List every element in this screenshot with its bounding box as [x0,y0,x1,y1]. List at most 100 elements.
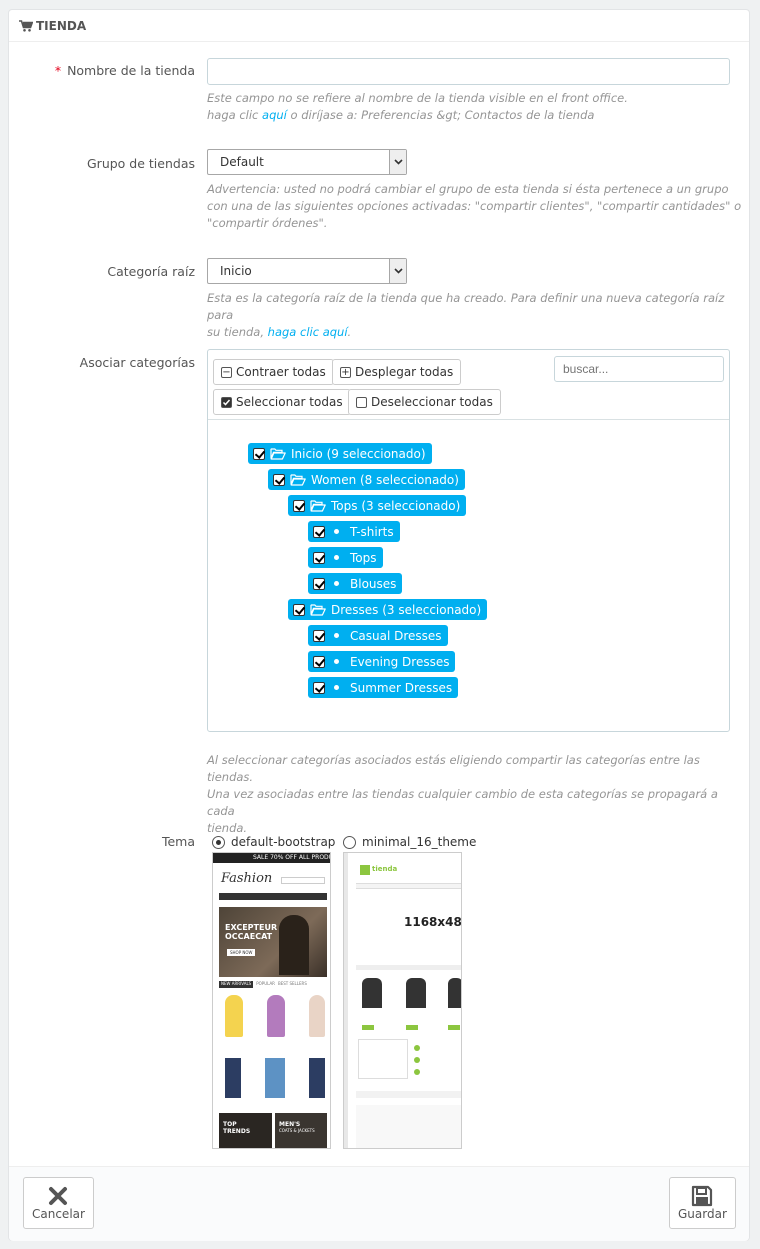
shop-name-label-text: Nombre de la tienda [67,63,195,78]
tree-node-label: Tops [350,550,377,565]
radio-checked[interactable] [212,835,225,849]
thumb-banner: SALE 70% OFF ALL PRODU [213,853,330,863]
shop-name-help-line1: Este campo no se refiere al nombre de la… [207,91,628,105]
theme-thumbnail-minimal[interactable]: tienda 1168x48 [343,852,462,1149]
close-icon [49,1187,68,1205]
tree-node-label: Casual Dresses [350,628,442,643]
tree-toolbar: − Contraer todas + Desplegar todas Selec… [208,350,729,420]
folder-open-icon[interactable] [310,603,326,616]
tree-leaf-node[interactable]: Tops [308,547,383,568]
tree-node-label: Women (8 seleccionado) [311,472,459,487]
folder-open-icon[interactable] [310,499,326,512]
tree-leaf-node[interactable]: T-shirts [308,521,400,542]
thumb-hero-line2: OCCAECAT [225,932,273,941]
thumb-placeholder: 1168x48 [404,915,462,929]
collapse-all-button[interactable]: − Contraer todas [213,359,334,385]
theme-thumbnail-default-bootstrap[interactable]: SALE 70% OFF ALL PRODU Fashion EXCEPTEUR… [212,852,331,1149]
deselect-all-button[interactable]: Deseleccionar todas [348,389,501,415]
category-checkbox[interactable] [313,629,325,642]
category-checkbox[interactable] [313,655,325,668]
tree-node-label: Tops (3 seleccionado) [331,498,461,513]
cart-icon [19,19,33,32]
category-checkbox[interactable] [273,473,285,486]
tree-folder-node[interactable]: Inicio (9 seleccionado) [248,443,432,464]
thumb-menu [219,893,327,900]
here-link[interactable]: aquí [262,108,287,122]
theme-option-minimal[interactable]: minimal_16_theme [343,835,476,849]
shop-name-input[interactable] [207,58,730,85]
category-checkbox[interactable] [313,681,325,694]
root-category-label: Categoría raíz [107,264,195,279]
tree-node-label: T-shirts [350,524,394,539]
bullet-icon [334,581,339,586]
root-category-link[interactable]: haga clic aquí [268,325,348,339]
deselect-all-label: Deseleccionar todas [371,395,493,409]
associate-help: Al seleccionar categorías asociados está… [207,752,749,837]
tree-leaf-node[interactable]: Evening Dresses [308,651,456,672]
tree-node-label: Summer Dresses [350,680,453,695]
bullet-icon [334,555,339,560]
thumb-logo-text: tienda [372,865,398,873]
radio-unchecked[interactable] [343,835,356,849]
theme-option-default-bootstrap[interactable]: default-bootstrap [212,835,335,849]
required-mark: * [54,63,62,78]
category-checkbox[interactable] [313,525,325,538]
collapse-all-label: Contraer todas [236,365,326,379]
panel-title: TIENDA [36,18,87,33]
tree-leaf-node[interactable]: Summer Dresses [308,677,459,698]
tree-leaf-node[interactable]: Blouses [308,573,403,594]
tree-folder-node[interactable]: Tops (3 seleccionado) [288,495,467,516]
root-category-value: Inicio [220,264,252,278]
expand-all-label: Desplegar todas [355,365,454,379]
thumb-promo2-line2: COATS & JACKETS [279,1128,315,1133]
tree-folder-node[interactable]: Dresses (3 seleccionado) [288,599,488,620]
root-category-help-prefix: su tienda, [207,325,268,339]
save-button[interactable]: Guardar [669,1177,736,1229]
tree-folder-node[interactable]: Women (8 seleccionado) [268,469,465,490]
thumb-chair [362,978,382,1008]
tree-leaf-node[interactable]: Casual Dresses [308,625,448,646]
thumb-cart-btn [448,1025,460,1030]
root-category-help: Esta es la categoría raíz de la tienda q… [207,290,749,341]
category-search-input[interactable] [554,356,724,382]
thumb-hero-line1: EXCEPTEUR [225,923,278,932]
thumb-product [309,1058,325,1098]
thumb-block [358,1039,408,1079]
thumb-logo: Fashion [221,871,273,886]
cancel-button[interactable]: Cancelar [23,1177,94,1229]
thumb-tab3: BEST SELLERS [277,981,307,986]
thumb-bullet [414,1045,420,1051]
folder-open-icon[interactable] [270,447,286,460]
thumb-tabs [356,965,461,970]
plus-square-icon: + [340,366,351,378]
category-checkbox[interactable] [253,447,265,460]
thumb-bullet [414,1069,420,1075]
thumb-cart-btn [362,1025,374,1030]
tree-node-label: Evening Dresses [350,654,450,669]
select-all-label: Seleccionar todas [236,395,343,409]
bullet-icon [334,529,339,534]
thumb-page: tienda 1168x48 [348,853,461,1148]
category-checkbox[interactable] [293,499,305,512]
bullet-icon [334,633,339,638]
tree-node-label: Dresses (3 seleccionado) [331,602,482,617]
category-checkbox[interactable] [293,603,305,616]
category-checkbox[interactable] [313,577,325,590]
associate-help-line2: Una vez asociadas entre las tiendas cual… [207,787,718,818]
shop-name-label: * Nombre de la tienda [55,63,195,78]
select-all-button[interactable]: Seleccionar todas [213,389,351,415]
panel-heading: TIENDA [9,10,749,42]
root-category-select[interactable]: Inicio [207,258,407,284]
folder-open-icon[interactable] [290,473,306,486]
shop-group-select[interactable]: Default [207,149,407,175]
thumb-search [281,877,325,884]
theme-option-label: default-bootstrap [231,835,336,849]
thumb-product [309,995,325,1037]
thumb-promo: TOP TRENDS [219,1113,272,1148]
square-icon [356,396,367,408]
category-checkbox[interactable] [313,551,325,564]
expand-all-button[interactable]: + Desplegar todas [332,359,462,385]
shop-form-panel: TIENDA * Nombre de la tienda Este campo … [8,9,750,1241]
theme-label: Tema [161,834,195,849]
thumb-promo1-line2: TRENDS [223,1128,251,1135]
